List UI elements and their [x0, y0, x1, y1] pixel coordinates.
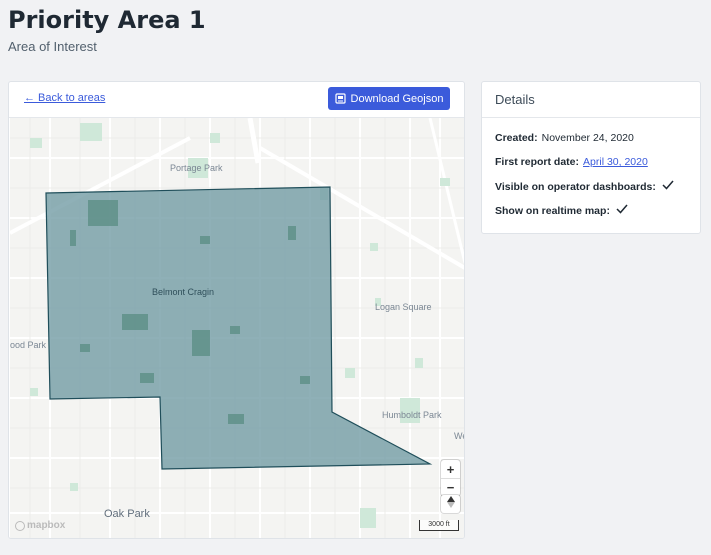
zoom-control: + − — [441, 460, 460, 496]
download-label: Download Geojson — [350, 92, 444, 105]
scale-bar: 3000 ft — [419, 520, 459, 531]
detail-created: Created: November 24, 2020 — [495, 132, 634, 144]
detail-first-report: First report date: April 30, 2020 — [495, 156, 648, 168]
page-subtitle: Area of Interest — [8, 39, 97, 54]
download-icon — [334, 93, 346, 104]
map-label-logan-square: Logan Square — [375, 302, 432, 312]
detail-visible-dashboards: Visible on operator dashboards: — [495, 180, 674, 193]
map-label-portage-park: Portage Park — [170, 163, 223, 173]
mapbox-logo-text: mapbox — [27, 520, 66, 531]
map-label-ood-park: ood Park — [10, 340, 47, 350]
realtime-map-label: Show on realtime map: — [495, 204, 610, 217]
download-geojson-button[interactable]: Download Geojson — [328, 87, 450, 110]
map-label-oak-park: Oak Park — [104, 508, 150, 520]
created-value: November 24, 2020 — [541, 132, 634, 144]
mapbox-logo-icon — [15, 520, 25, 531]
first-report-link[interactable]: April 30, 2020 — [583, 156, 648, 168]
detail-realtime-map: Show on realtime map: — [495, 204, 628, 217]
zoom-out-button[interactable]: − — [441, 478, 460, 496]
back-to-areas-link[interactable]: ← Back to areas — [24, 92, 105, 104]
page-title: Priority Area 1 — [8, 6, 206, 34]
created-label: Created: — [495, 132, 538, 144]
first-report-label: First report date: — [495, 156, 580, 168]
map-view[interactable]: Portage Park Belmont Cragin Logan Square… — [10, 118, 464, 538]
visible-dashboards-label: Visible on operator dashboards: — [495, 180, 656, 193]
map-label-belmont-cragin: Belmont Cragin — [152, 287, 215, 297]
compass-button[interactable] — [441, 495, 460, 513]
map-label-humboldt-park: Humboldt Park — [382, 410, 442, 420]
basemap — [10, 118, 464, 538]
compass-icon — [446, 495, 455, 513]
map-card-header: ← Back to areas Download Geojson — [9, 82, 464, 118]
mapbox-logo[interactable]: mapbox — [15, 520, 65, 531]
check-icon — [616, 204, 628, 217]
map-label-we: We — [454, 431, 464, 441]
map-card: ← Back to areas Download Geojson Portage… — [8, 81, 465, 539]
zoom-in-button[interactable]: + — [441, 460, 460, 478]
details-card: Details Created: November 24, 2020 First… — [481, 81, 701, 234]
check-icon — [662, 180, 674, 193]
details-title: Details — [495, 92, 535, 107]
details-header: Details — [482, 82, 700, 118]
